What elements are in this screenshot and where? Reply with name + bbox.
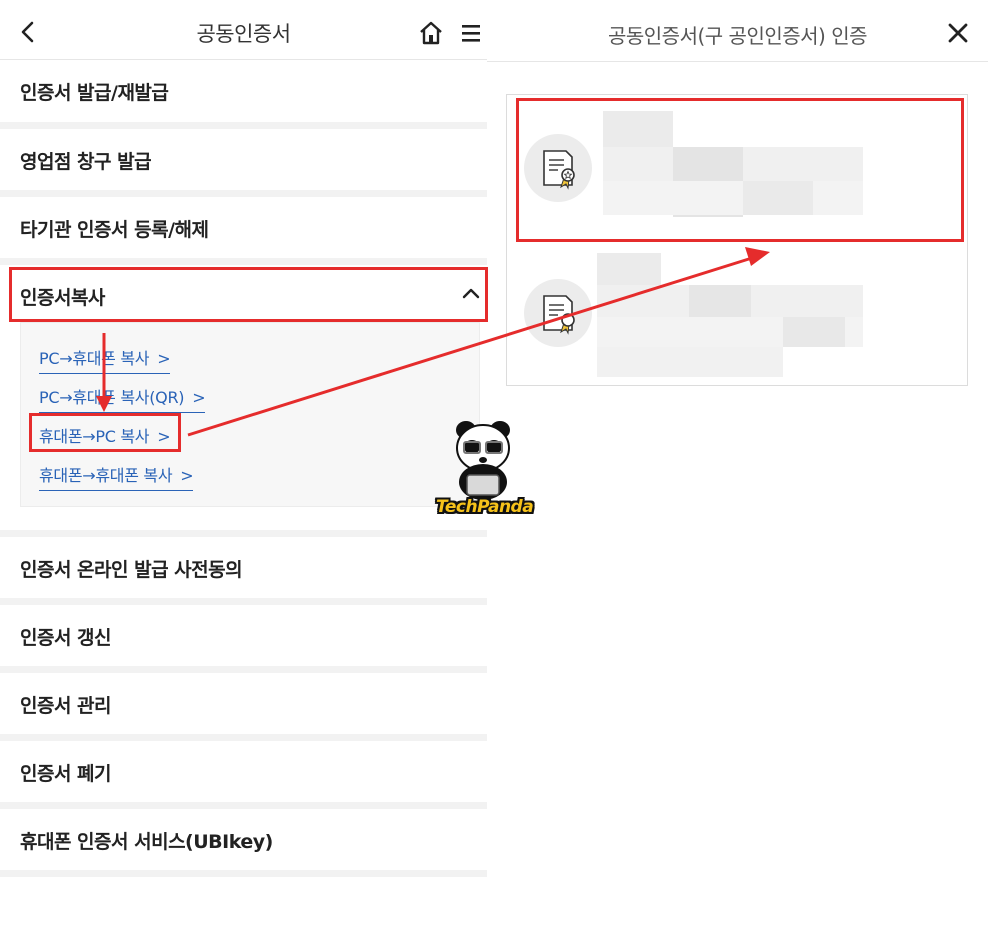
menu-item-renewal[interactable]: 인증서 갱신 (0, 605, 487, 667)
menu-item-label: 인증서 발급/재발급 (20, 82, 169, 104)
close-icon[interactable] (947, 22, 969, 44)
menu-item-online-consent[interactable]: 인증서 온라인 발급 사전동의 (0, 537, 487, 599)
menu-item-label: 영업점 창구 발급 (20, 151, 152, 173)
certificate-copy-submenu: PC→휴대폰 복사 > PC→휴대폰 복사(QR) > 휴대폰→PC 복사 > 휴대폰… (20, 322, 480, 507)
divider (0, 666, 487, 673)
chevron-up-icon (462, 288, 480, 299)
divider (0, 258, 487, 265)
menu-item-label: 인증서복사 (20, 287, 105, 309)
menu-item-ubikey[interactable]: 휴대폰 인증서 서비스(UBIkey) (0, 809, 487, 871)
auth-title: 공동인증서(구 공인인증서) 인증 (607, 24, 868, 48)
chevron-right-icon: > (180, 466, 194, 485)
chevron-right-icon: > (192, 388, 206, 407)
chevron-right-icon: > (157, 349, 171, 368)
menu-item-label: 인증서 관리 (20, 695, 112, 717)
submenu-link-pc-to-phone[interactable]: PC→휴대폰 복사 > (39, 345, 171, 374)
divider (0, 530, 487, 537)
divider (0, 122, 487, 129)
certificate-auth-panel: 공동인증서(구 공인인증서) 인증 (487, 0, 988, 952)
menu-item-branch-issue[interactable]: 영업점 창구 발급 (0, 129, 487, 191)
submenu-label: PC→휴대폰 복사 (39, 349, 150, 368)
menu-item-label: 인증서 갱신 (20, 627, 112, 649)
submenu-label: 휴대폰→휴대폰 복사 (39, 466, 173, 485)
menu-item-revoke[interactable]: 인증서 폐기 (0, 741, 487, 803)
auth-top-bar: 공동인증서(구 공인인증서) 인증 (487, 0, 988, 62)
submenu-label: PC→휴대폰 복사(QR) (39, 388, 185, 407)
home-icon[interactable] (418, 20, 444, 46)
submenu-link-phone-to-pc[interactable]: 휴대폰→PC 복사 > (39, 423, 171, 452)
menu-item-management[interactable]: 인증서 관리 (0, 673, 487, 735)
certificate-icon (524, 134, 592, 202)
page-title: 공동인증서 (196, 22, 291, 46)
menu-item-other-institution[interactable]: 타기관 인증서 등록/해제 (0, 197, 487, 259)
menu-item-issue-reissue[interactable]: 인증서 발급/재발급 (0, 60, 487, 122)
menu-item-label: 인증서 온라인 발급 사전동의 (20, 559, 243, 581)
menu-item-label: 타기관 인증서 등록/해제 (20, 219, 209, 241)
submenu-link-pc-to-phone-qr[interactable]: PC→휴대폰 복사(QR) > (39, 384, 206, 413)
menu-item-label: 인증서 폐기 (20, 763, 112, 785)
submenu-label: 휴대폰→PC 복사 (39, 427, 150, 446)
top-bar: 공동인증서 (0, 0, 487, 60)
divider (0, 190, 487, 197)
menu-item-label: 휴대폰 인증서 서비스(UBIkey) (20, 831, 273, 853)
chevron-right-icon: > (157, 427, 171, 446)
certificate-icon (524, 279, 592, 347)
submenu-link-phone-to-phone[interactable]: 휴대폰→휴대폰 복사 > (39, 462, 194, 491)
certificate-menu-panel: 공동인증서 인증서 발급/재발급 영업점 창구 발급 타기관 인증서 등록/해제… (0, 0, 487, 952)
divider (0, 734, 487, 741)
certificate-item[interactable] (507, 99, 967, 239)
hamburger-menu-icon[interactable] (460, 22, 484, 44)
divider (0, 802, 487, 809)
menu-item-certificate-copy[interactable]: 인증서복사 (0, 265, 487, 327)
certificate-item[interactable] (507, 243, 967, 383)
divider (0, 870, 487, 877)
certificate-list (506, 94, 968, 386)
techpanda-watermark: TechPanda (436, 497, 534, 517)
divider (0, 598, 487, 605)
